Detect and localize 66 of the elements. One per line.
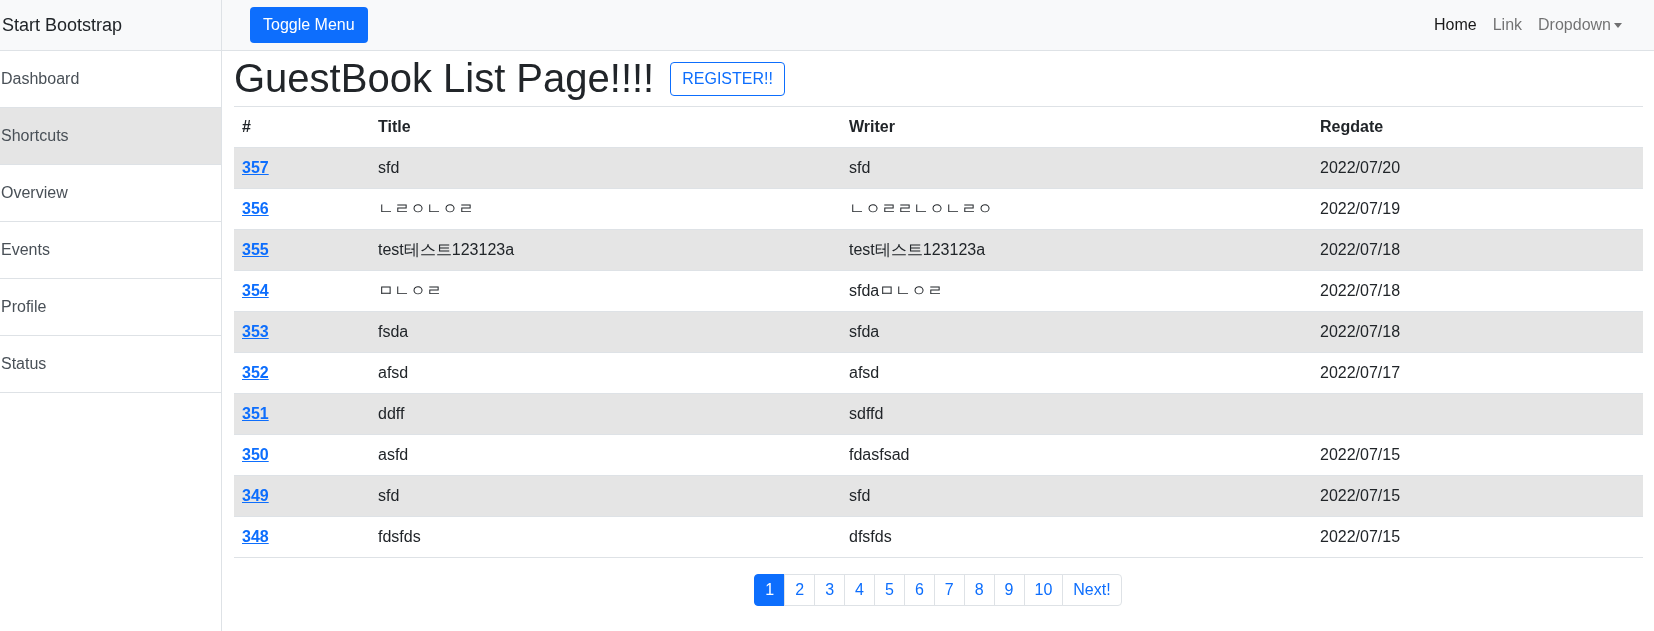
page-link[interactable]: 9 [993, 574, 1025, 606]
table-cell: asfd [378, 446, 409, 463]
table-cell: ㅁㄴㅇㄹ [378, 281, 442, 299]
column-header: Writer [841, 107, 1312, 148]
column-header: Regdate [1312, 107, 1643, 148]
entry-link[interactable]: 353 [242, 323, 269, 340]
entry-link[interactable]: 354 [242, 282, 269, 299]
table-cell: sfd [849, 487, 871, 504]
table-cell: 2022/07/15 [1320, 487, 1401, 504]
page-link[interactable]: 2 [784, 574, 816, 606]
table-cell: sdffd [849, 405, 884, 422]
table-cell: 2022/07/15 [1320, 446, 1401, 463]
entry-link[interactable]: 357 [242, 159, 269, 176]
column-header: Title [370, 107, 841, 148]
page-title: GuestBook List Page!!!! [234, 56, 655, 101]
table-cell: 2022/07/19 [1320, 200, 1401, 217]
table-cell: ㄴㄹㅇㄴㅇㄹ [378, 199, 474, 217]
page-link[interactable]: 5 [873, 574, 905, 606]
sidebar-item[interactable]: Events [0, 222, 221, 279]
page-link[interactable]: 6 [903, 574, 935, 606]
entry-link[interactable]: 351 [242, 405, 269, 422]
sidebar-item[interactable]: Status [0, 336, 221, 393]
toggle-menu-button[interactable]: Toggle Menu [250, 7, 368, 43]
nav-dropdown[interactable]: Dropdown [1538, 16, 1622, 34]
table-cell: fdasfsad [849, 446, 910, 463]
table-cell: fsda [378, 323, 409, 340]
page-link[interactable]: 10 [1023, 574, 1064, 606]
table-cell: 2022/07/18 [1320, 241, 1401, 258]
table-cell: sfda [849, 323, 880, 340]
table-cell: afsd [849, 364, 880, 381]
entry-link[interactable]: 348 [242, 528, 269, 545]
sidebar-item[interactable]: Overview [0, 165, 221, 222]
entry-link[interactable]: 355 [242, 241, 269, 258]
table-cell: sfdaㅁㄴㅇㄹ [849, 281, 944, 299]
table-cell: afsd [378, 364, 409, 381]
page-link[interactable]: 3 [814, 574, 846, 606]
table-cell: test테스트123123a [378, 240, 515, 258]
column-header: # [234, 107, 370, 148]
entry-link[interactable]: 356 [242, 200, 269, 217]
table-cell: test테스트123123a [849, 240, 986, 258]
table-cell: sfd [378, 487, 400, 504]
page-link[interactable]: 8 [963, 574, 995, 606]
table-cell: 2022/07/17 [1320, 364, 1401, 381]
table-cell: sfd [849, 159, 871, 176]
sidebar-item[interactable]: Profile [0, 279, 221, 336]
table-cell: 2022/07/18 [1320, 323, 1401, 340]
table-cell: fdsfds [378, 528, 421, 545]
table-cell: dfsfds [849, 528, 892, 545]
table-cell: ㄴㅇㄹㄹㄴㅇㄴㄹㅇ [849, 199, 993, 217]
entry-link[interactable]: 352 [242, 364, 269, 381]
table-cell: ddff [378, 405, 405, 422]
table-cell: 2022/07/20 [1320, 159, 1401, 176]
page-link[interactable]: Next! [1062, 574, 1122, 606]
table-cell: sfd [378, 159, 400, 176]
page-link[interactable]: 1 [754, 574, 786, 606]
page-link[interactable]: 7 [933, 574, 965, 606]
caret-icon [1614, 22, 1622, 28]
register-button[interactable]: REGISTER!! [670, 61, 785, 96]
entry-link[interactable]: 350 [242, 446, 269, 463]
page-link[interactable]: 4 [844, 574, 875, 606]
table-cell: 2022/07/18 [1320, 282, 1401, 299]
entry-link[interactable]: 349 [242, 487, 269, 504]
nav-link[interactable]: Home [1434, 16, 1477, 34]
sidebar-item[interactable]: Shortcuts [0, 108, 221, 165]
nav-link[interactable]: Link [1492, 16, 1523, 34]
table-cell: 2022/07/15 [1320, 528, 1401, 545]
